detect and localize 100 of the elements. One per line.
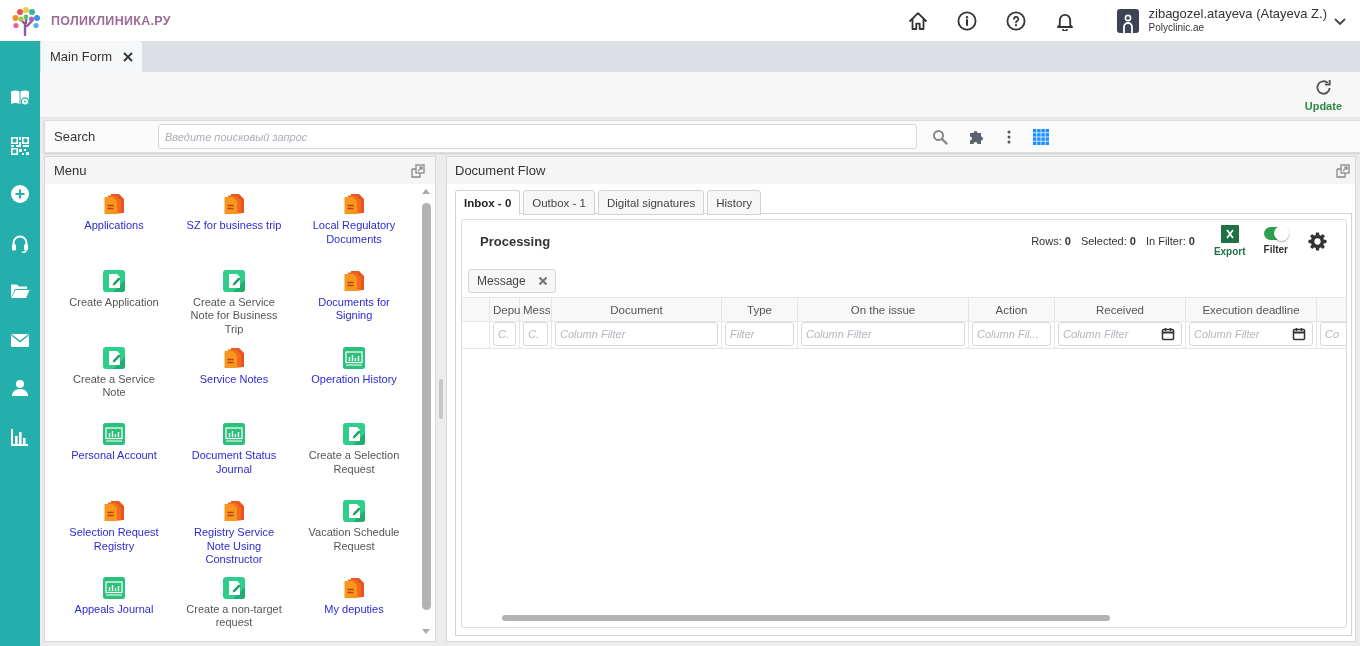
bar-chart-tile-icon <box>223 423 245 446</box>
user-icon[interactable] <box>10 378 30 399</box>
date-filter-field[interactable]: Column Filter <box>1058 322 1182 346</box>
search-label: Search <box>53 129 97 144</box>
menu-item[interactable]: Selection Request Registry <box>62 500 166 554</box>
toggle-switch[interactable] <box>1263 227 1288 240</box>
menu-item[interactable]: Registry Service Note Using Constructor <box>182 500 286 567</box>
scroll-down-icon[interactable] <box>422 628 430 635</box>
document-stack-icon <box>343 193 365 215</box>
spreadsheet-icon <box>1220 225 1239 243</box>
puzzle-icon[interactable] <box>969 128 985 145</box>
column-header[interactable]: Execution deadline <box>1186 298 1317 321</box>
menu-item[interactable]: SZ for business trip <box>186 193 282 233</box>
menu-item[interactable]: My deputies <box>324 577 384 617</box>
splitter-handle[interactable] <box>439 379 443 419</box>
column-header[interactable]: Document <box>552 298 722 321</box>
menu-item[interactable]: Service Notes <box>199 346 269 387</box>
tree-logo-icon <box>10 5 42 36</box>
menu-item[interactable]: Applications <box>84 193 144 233</box>
tab[interactable]: Main Form <box>41 41 143 72</box>
bar-chart-tile-icon <box>103 577 125 599</box>
scrollbar-thumb[interactable] <box>502 615 1110 621</box>
column-header[interactable]: Received <box>1055 298 1186 321</box>
tab[interactable]: Digital signatures <box>598 190 705 215</box>
menu-item[interactable]: Documents for Signing <box>302 269 406 323</box>
grid-icon[interactable] <box>1033 128 1049 145</box>
column-header[interactable]: Depu <box>490 298 520 321</box>
menu-item[interactable]: Local Regulatory Documents <box>302 193 406 246</box>
restore-window-icon[interactable] <box>411 163 425 178</box>
help-icon[interactable] <box>1005 10 1026 31</box>
edit-document-icon <box>343 423 365 446</box>
menu-item[interactable]: Appeals Journal <box>74 577 154 617</box>
edit-document-icon <box>103 346 125 369</box>
scroll-up-icon[interactable] <box>422 188 430 195</box>
refresh-icon[interactable] <box>1313 77 1333 97</box>
search-field[interactable]: Введите поисковый запрос <box>158 124 917 149</box>
date-filter-field[interactable]: Column Filter <box>1189 322 1313 346</box>
menu-item[interactable]: Create a non-target request <box>182 577 286 630</box>
panel-title: Menu <box>54 163 87 178</box>
column-filter-field[interactable]: Column Filter <box>555 322 718 346</box>
column-filter-field[interactable]: Filter <box>725 322 794 346</box>
export-button[interactable]: Export <box>1213 225 1246 257</box>
menu-item[interactable]: Document Status Journal <box>182 423 286 477</box>
document-stack-icon <box>103 500 125 523</box>
column-header[interactable]: Type <box>722 298 798 321</box>
calendar-icon[interactable] <box>1161 327 1175 341</box>
remove-icon[interactable] <box>537 276 548 286</box>
add-icon[interactable] <box>10 184 30 205</box>
narrow-filter-field[interactable]: C. <box>523 322 548 346</box>
more-options-icon[interactable] <box>1006 128 1012 145</box>
user-name: zibagozel.atayeva (Atayeva Z.) <box>1148 7 1327 23</box>
document-stack-icon <box>223 500 245 523</box>
edit-document-icon <box>103 269 125 292</box>
document-stack-icon <box>343 269 365 292</box>
document-stack-icon <box>103 193 125 215</box>
update-button[interactable]: Update <box>1298 75 1348 114</box>
menu-item[interactable]: Personal Account <box>71 423 157 463</box>
toggle-label: Filter <box>1263 244 1288 255</box>
menu-item[interactable]: Create a Service Note for Business Trip <box>182 269 286 337</box>
tab[interactable]: Outbox - 1 <box>523 190 595 215</box>
close-icon[interactable] <box>123 51 134 62</box>
settings-icon[interactable] <box>1308 231 1327 251</box>
grid-stat: Rows: 0 <box>1031 235 1071 247</box>
edit-document-icon <box>223 269 245 292</box>
grid-title: Processing <box>480 233 551 249</box>
bar-chart-tile-icon <box>343 346 365 369</box>
search-icon[interactable] <box>932 128 948 145</box>
edit-document-icon <box>223 577 245 599</box>
bar-chart-icon[interactable] <box>10 426 30 447</box>
book-icon[interactable] <box>10 87 30 108</box>
menu-item[interactable]: Vacation Schedule Request <box>302 500 406 554</box>
column-header[interactable]: On the issue <box>798 298 969 321</box>
logo-text: ПОЛИКЛИНИКА.РУ <box>51 13 171 28</box>
scrollbar-thumb[interactable] <box>421 203 431 610</box>
document-stack-icon <box>223 346 245 369</box>
tab[interactable]: History <box>707 190 761 215</box>
grid-stat: Selected: 0 <box>1080 235 1136 247</box>
tab[interactable]: Inbox - 0 <box>455 190 521 215</box>
menu-item[interactable]: Create a Selection Request <box>302 423 406 477</box>
menu-item[interactable]: Create a Service Note <box>62 346 166 400</box>
menu-item[interactable]: Create Application <box>69 269 159 310</box>
column-filter-field[interactable]: Column Filter <box>801 322 965 346</box>
menu-item[interactable]: Operation History <box>311 346 397 387</box>
narrow-filter-field[interactable]: C. <box>493 322 516 346</box>
avatar-icon[interactable] <box>1116 8 1139 33</box>
column-filter-field[interactable]: Column Fil... <box>972 322 1051 346</box>
home-icon[interactable] <box>907 10 928 31</box>
chevron-down-icon[interactable] <box>1334 17 1346 26</box>
calendar-icon[interactable] <box>1292 327 1306 341</box>
bar-chart-tile-icon <box>103 423 125 446</box>
info-icon[interactable] <box>956 10 977 31</box>
panel-title: Document Flow <box>455 163 546 178</box>
group-chip[interactable]: Message <box>468 269 556 293</box>
column-header[interactable]: Action <box>969 298 1055 321</box>
qr-code-icon[interactable] <box>10 135 30 156</box>
column-header[interactable]: Mess <box>520 298 552 321</box>
user-organization: Polyclinic.ae <box>1148 22 1206 34</box>
edit-document-icon <box>343 500 365 523</box>
narrow-filter-field[interactable]: Co <box>1320 322 1346 346</box>
restore-window-icon[interactable] <box>1336 163 1350 178</box>
